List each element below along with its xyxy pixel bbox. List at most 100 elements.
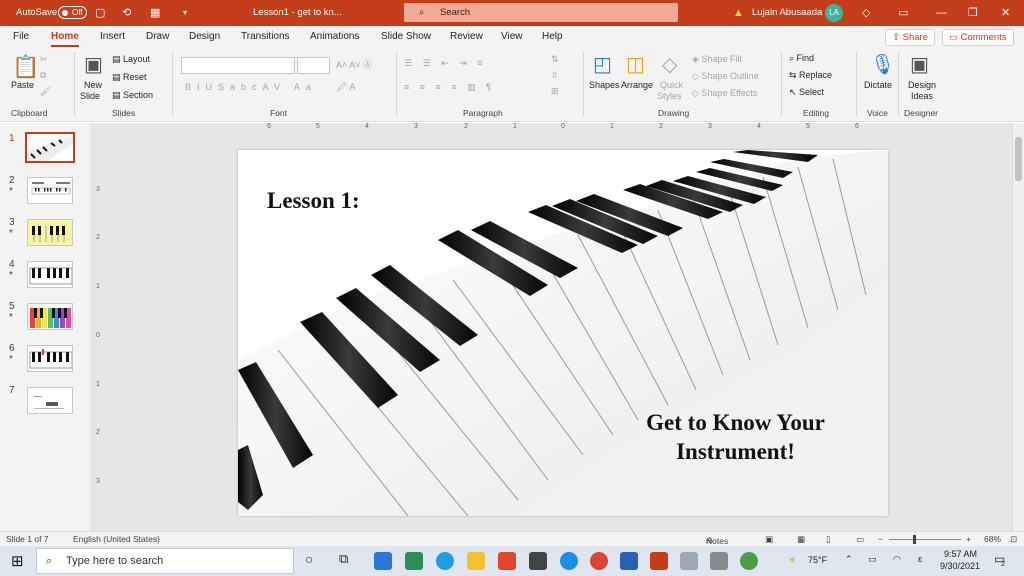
zoom-in-icon[interactable]: +: [966, 534, 971, 544]
clock-time[interactable]: 9:57 AM: [944, 549, 977, 559]
vertical-scrollbar[interactable]: [1012, 123, 1024, 531]
undo-icon[interactable]: ⟲: [122, 0, 131, 26]
restore-icon[interactable]: ❐: [968, 0, 978, 26]
mail-app-icon[interactable]: [374, 552, 392, 570]
autosave-toggle[interactable]: Off: [58, 6, 87, 19]
increase-font-icon[interactable]: A˄ A˅ Ⓐ: [336, 58, 372, 71]
file-explorer-icon[interactable]: [467, 552, 485, 570]
wifi-icon[interactable]: ◠: [893, 554, 901, 565]
powerpoint-app-icon[interactable]: [650, 552, 668, 570]
quick-styles-label-1[interactable]: Quick: [660, 80, 683, 90]
design-ideas-icon[interactable]: ▣: [910, 52, 929, 77]
text-direction-icon[interactable]: ⇅: [551, 54, 561, 65]
app-icon[interactable]: [710, 552, 728, 570]
fit-slide-icon[interactable]: ⊡: [1010, 534, 1017, 545]
slide-title[interactable]: Lesson 1:: [267, 188, 360, 214]
tab-slide-show[interactable]: Slide Show: [381, 26, 431, 48]
select-button[interactable]: ↖ Select: [789, 87, 824, 98]
clock-date[interactable]: 9/30/2021: [940, 561, 980, 571]
arrange-button[interactable]: Arrange: [621, 80, 653, 90]
user-name[interactable]: Lujain Abusaada: [752, 0, 822, 26]
shape-outline-button[interactable]: ◇ Shape Outline: [692, 71, 758, 82]
vertical-ruler[interactable]: 3 2 1 0 1 2 3: [95, 150, 105, 516]
tab-transitions[interactable]: Transitions: [241, 26, 290, 48]
slide-thumbnail-pane[interactable]: 1 2 * 3 * 4 * 5 * 6 * 7: [0, 123, 90, 531]
weather-temp[interactable]: 75°F: [808, 555, 827, 565]
app-icon[interactable]: [680, 552, 698, 570]
store-app-icon[interactable]: [405, 552, 423, 570]
design-ideas-label-1[interactable]: Design: [908, 80, 936, 90]
replace-button[interactable]: ⇆ Replace: [789, 70, 832, 81]
zoom-slider[interactable]: [889, 539, 961, 540]
shapes-icon[interactable]: ◰: [593, 52, 612, 77]
tab-design[interactable]: Design: [189, 26, 220, 48]
language-icon[interactable]: ɛ: [918, 554, 922, 564]
align-text-icon[interactable]: ⇳: [551, 70, 559, 81]
zoom-slider-thumb[interactable]: [913, 535, 916, 544]
slide-thumbnail-7[interactable]: [27, 387, 73, 414]
customize-toolbar-icon[interactable]: ▾: [183, 0, 187, 26]
quick-styles-label-2[interactable]: Styles: [657, 91, 682, 101]
slide-canvas[interactable]: Lesson 1: Get to Know Your Instrument!: [238, 150, 888, 516]
tab-draw[interactable]: Draw: [146, 26, 169, 48]
share-button[interactable]: ⇪ Share: [885, 29, 935, 46]
align-icons[interactable]: ≡ ≡ ≡ ≡ ▥ ¶: [404, 82, 495, 93]
find-button[interactable]: ⌕ Find: [789, 53, 814, 64]
ribbon-display-icon[interactable]: ▭: [898, 0, 908, 26]
zoom-level[interactable]: 68%: [984, 534, 1001, 544]
tab-insert[interactable]: Insert: [100, 26, 125, 48]
close-icon[interactable]: ✕: [1001, 0, 1010, 26]
slide-thumbnail-3[interactable]: [27, 219, 73, 246]
tray-chevron-icon[interactable]: ⌃: [845, 554, 853, 565]
horizontal-ruler[interactable]: 6 5 4 3 2 1 0 1 2 3 4 5 6: [238, 123, 888, 134]
shape-effects-button[interactable]: ◇ Shape Effects: [692, 88, 757, 99]
font-size-combo[interactable]: [297, 57, 330, 74]
chrome-profile-icon[interactable]: [740, 552, 758, 570]
slide-subtitle[interactable]: Get to Know Your Instrument!: [598, 408, 873, 466]
document-title[interactable]: Lesson1 - get to kn...: [253, 0, 342, 26]
shapes-button[interactable]: Shapes: [589, 80, 620, 90]
edge-app-icon[interactable]: [436, 552, 454, 570]
layout-button[interactable]: ▤ Layout: [112, 54, 150, 65]
slide-thumbnail-1[interactable]: [25, 132, 75, 163]
tab-animations[interactable]: Animations: [310, 26, 359, 48]
tab-view[interactable]: View: [501, 26, 523, 48]
search-box[interactable]: ⌕ Search: [404, 3, 678, 22]
tab-review[interactable]: Review: [450, 26, 483, 48]
normal-view-icon[interactable]: ▣: [765, 534, 773, 545]
font-format-icons[interactable]: BIUSabcAV Aa: [185, 82, 317, 92]
new-slide-label-2[interactable]: Slide: [80, 91, 100, 101]
cut-icon[interactable]: ✂: [40, 54, 48, 65]
battery-icon[interactable]: ▭: [868, 554, 877, 565]
section-button[interactable]: ▤ Section: [112, 90, 153, 101]
cortana-icon[interactable]: ○: [305, 551, 313, 567]
avatar[interactable]: LA: [825, 4, 843, 22]
tab-home[interactable]: Home: [51, 26, 79, 48]
slide-thumbnail-5[interactable]: [27, 303, 73, 330]
tab-file[interactable]: File: [13, 26, 29, 48]
highlight-color-icon[interactable]: 🖍 A: [336, 82, 355, 93]
zoom-out-icon[interactable]: −: [878, 534, 883, 544]
smartart-icon[interactable]: ⊞: [551, 86, 559, 97]
diamond-icon[interactable]: ◇: [862, 0, 870, 26]
scrollbar-thumb[interactable]: [1015, 137, 1022, 181]
paste-button[interactable]: Paste: [11, 80, 34, 90]
minimize-icon[interactable]: —: [936, 0, 947, 26]
solitaire-app-icon[interactable]: [529, 552, 547, 570]
slideshow-icon[interactable]: ▭: [856, 534, 864, 545]
windows-start-icon[interactable]: ⊞: [11, 552, 24, 570]
dictate-button[interactable]: Dictate: [864, 80, 892, 90]
weather-icon[interactable]: ☀: [788, 555, 796, 566]
comments-button[interactable]: ▭ Comments: [942, 29, 1014, 46]
language-status[interactable]: English (United States): [73, 534, 160, 544]
word-app-icon[interactable]: [620, 552, 638, 570]
format-painter-icon[interactable]: 🖌: [40, 86, 51, 97]
font-name-combo[interactable]: [181, 57, 295, 74]
save-icon[interactable]: ▢: [95, 0, 105, 26]
warning-icon[interactable]: ▲: [733, 0, 744, 26]
slide-thumbnail-6[interactable]: [27, 345, 73, 372]
slide-thumbnail-2[interactable]: [27, 177, 73, 204]
slide-sorter-icon[interactable]: ▦: [797, 534, 805, 545]
new-slide-icon[interactable]: ▣: [84, 52, 103, 77]
office-app-icon[interactable]: [498, 552, 516, 570]
